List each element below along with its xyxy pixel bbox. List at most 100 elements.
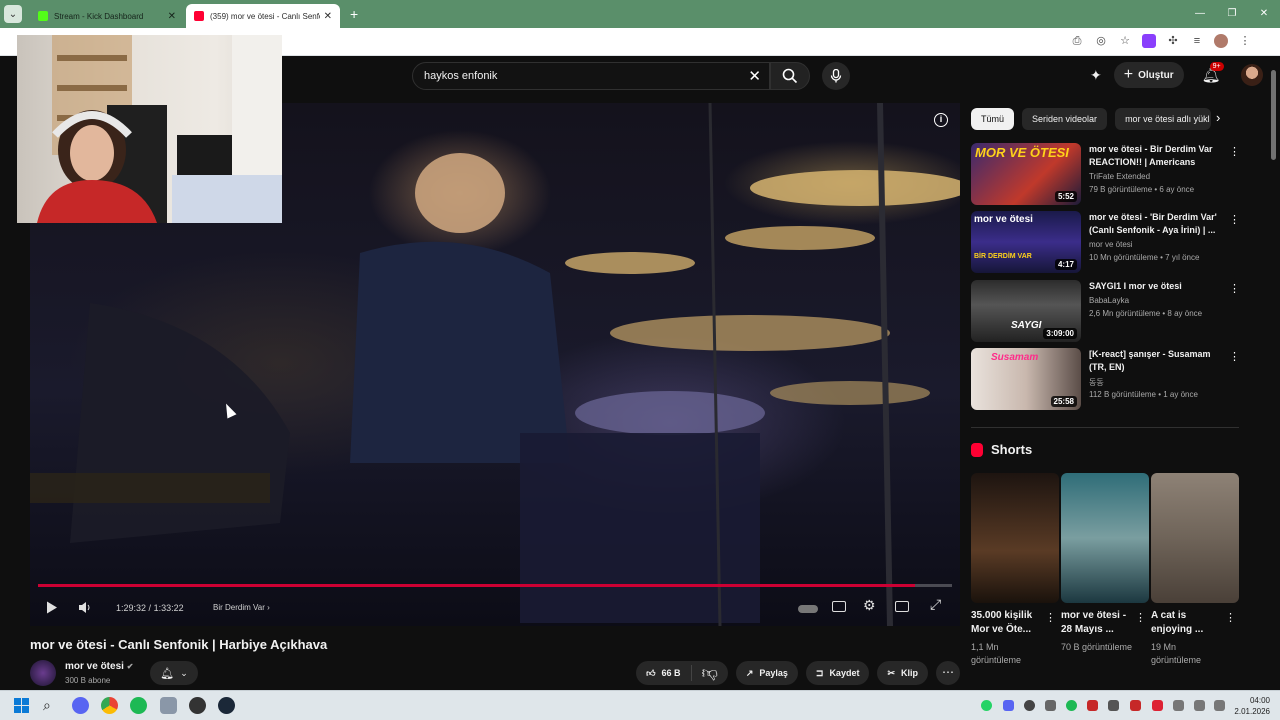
- extension-icon[interactable]: [1142, 34, 1156, 48]
- reading-list-icon[interactable]: ≡: [1190, 34, 1204, 48]
- rec-title[interactable]: SAYGI1 I mor ve ötesi: [1089, 280, 1224, 293]
- profile-icon[interactable]: [1214, 34, 1228, 48]
- share-button[interactable]: ↗ Paylaş: [735, 661, 798, 685]
- close-tab-icon[interactable]: ✕: [168, 11, 176, 22]
- search-button[interactable]: [770, 62, 810, 90]
- chip-all[interactable]: Tümü: [971, 108, 1015, 130]
- page-scrollbar[interactable]: [1271, 70, 1276, 160]
- subscribed-bell-button[interactable]: 🔔︎ ⌄: [150, 661, 198, 685]
- close-window-button[interactable]: ✕: [1248, 0, 1280, 28]
- kebab-menu-icon[interactable]: ⋮: [1225, 611, 1236, 624]
- create-button[interactable]: + Oluştur: [1113, 62, 1184, 88]
- short-thumbnail[interactable]: [1151, 473, 1239, 603]
- video-thumbnail[interactable]: mor ve ötesi BİR DERDİM VAR 4:17: [971, 211, 1081, 273]
- new-tab-button[interactable]: +: [350, 6, 358, 22]
- rec-channel[interactable]: TriFate Extended: [1089, 172, 1150, 181]
- tab-youtube[interactable]: (359) mor ve ötesi - Canlı Senfonik ✕: [186, 4, 340, 28]
- kebab-menu-icon[interactable]: ⋮: [1045, 611, 1056, 624]
- bookmark-star-icon[interactable]: ☆: [1118, 34, 1132, 48]
- channel-avatar[interactable]: [30, 660, 56, 686]
- settings-gear-icon[interactable]: ⚙: [863, 597, 876, 614]
- app-icon[interactable]: [160, 697, 177, 714]
- miniplayer-icon[interactable]: [895, 601, 909, 612]
- save-button[interactable]: ⊐ Kaydet: [805, 661, 870, 685]
- voice-search-button[interactable]: [822, 62, 850, 90]
- tab-kick-dashboard[interactable]: Stream - Kick Dashboard ✕: [30, 4, 184, 28]
- recommendation-item[interactable]: mor ve ötesi BİR DERDİM VAR 4:17 mor ve …: [971, 211, 1241, 273]
- browser-menu-icon[interactable]: ⋮: [1238, 34, 1252, 48]
- short-thumbnail[interactable]: [1061, 473, 1149, 603]
- short-item[interactable]: A cat is enjoying ... 19 Mn görüntüleme …: [1151, 473, 1239, 665]
- tracking-icon[interactable]: ◎: [1094, 34, 1108, 48]
- chip-series[interactable]: Seriden videolar: [1022, 108, 1108, 130]
- short-title[interactable]: 35.000 kişilik Mor ve Öte...: [971, 609, 1043, 637]
- rec-channel[interactable]: 동동: [1089, 377, 1104, 388]
- taskbar-clock[interactable]: 04:00 2.01.2026: [1230, 695, 1270, 717]
- kebab-menu-icon[interactable]: ⋮: [1135, 611, 1146, 624]
- rec-channel[interactable]: BabaLayka: [1089, 296, 1129, 305]
- chip-channel-uploads[interactable]: mor ve ötesi adlı yükl: [1115, 108, 1212, 130]
- video-thumbnail[interactable]: MOR VE ÖTESI 5:52: [971, 143, 1081, 205]
- recommendation-item[interactable]: MOR VE ÖTESI 5:52 mor ve ötesi - Bir Der…: [971, 143, 1241, 205]
- maximize-button[interactable]: ❐: [1216, 0, 1248, 28]
- chevron-right-icon[interactable]: ›: [1216, 110, 1220, 125]
- account-avatar[interactable]: [1240, 64, 1263, 86]
- subtitles-icon[interactable]: [832, 601, 846, 612]
- install-app-icon[interactable]: ⎙: [1070, 34, 1084, 48]
- microphone-tray-icon[interactable]: [1173, 700, 1184, 711]
- close-tab-icon[interactable]: ✕: [324, 11, 332, 22]
- tray-app-icon[interactable]: [1152, 700, 1163, 711]
- recommendation-item[interactable]: SAYGI 3:09:00 SAYGI1 I mor ve ötesi Baba…: [971, 280, 1241, 342]
- chrome-icon[interactable]: [101, 697, 118, 714]
- minimize-button[interactable]: —: [1184, 0, 1216, 28]
- volume-icon[interactable]: [78, 601, 92, 614]
- puzzle-icon[interactable]: ✣: [1166, 34, 1180, 48]
- wifi-icon[interactable]: [1194, 700, 1205, 711]
- short-title[interactable]: A cat is enjoying ...: [1151, 609, 1223, 637]
- recommendation-item[interactable]: Susamam 25:58 [K-react] şanışer - Susama…: [971, 348, 1241, 410]
- autoplay-toggle[interactable]: [798, 605, 818, 613]
- search-icon[interactable]: ⌕: [43, 697, 60, 714]
- rec-channel[interactable]: mor ve ötesi: [1089, 240, 1133, 249]
- obs-icon[interactable]: [189, 697, 206, 714]
- chapter-button[interactable]: Bir Derdim Var ›: [213, 603, 270, 612]
- volume-tray-icon[interactable]: [1214, 700, 1225, 711]
- short-item[interactable]: 35.000 kişilik Mor ve Öte... 1,1 Mn görü…: [971, 473, 1059, 665]
- more-actions-button[interactable]: ⋯: [936, 661, 960, 685]
- obs-tray-icon[interactable]: [1024, 700, 1035, 711]
- whatsapp-icon[interactable]: [981, 700, 992, 711]
- video-thumbnail[interactable]: SAYGI 3:09:00: [971, 280, 1081, 342]
- discord-icon[interactable]: [72, 697, 89, 714]
- spotify-icon[interactable]: [130, 697, 147, 714]
- rec-title[interactable]: mor ve ötesi - 'Bir Derdim Var' (Canlı S…: [1089, 211, 1224, 237]
- video-thumbnail[interactable]: Susamam 25:58: [971, 348, 1081, 410]
- search-input[interactable]: haykos enfonik: [424, 70, 497, 82]
- windows-start-icon[interactable]: [13, 697, 30, 714]
- rec-title[interactable]: [K-react] şanışer - Susamam (TR, EN): [1089, 348, 1224, 374]
- search-box[interactable]: haykos enfonik ✕: [412, 62, 770, 90]
- fullscreen-icon[interactable]: ⤢: [930, 596, 941, 613]
- tray-app-icon[interactable]: [1108, 700, 1119, 711]
- short-thumbnail[interactable]: [971, 473, 1059, 603]
- dislike-button[interactable]: 👎︎: [692, 664, 728, 683]
- channel-name[interactable]: mor ve ötesi ✔: [65, 661, 133, 672]
- steam-icon[interactable]: [218, 697, 235, 714]
- like-button[interactable]: 👍︎ 66 B: [636, 665, 692, 681]
- tray-app-icon[interactable]: [1087, 700, 1098, 711]
- kebab-menu-icon[interactable]: ⋮: [1229, 145, 1240, 158]
- clear-search-icon[interactable]: ✕: [748, 67, 761, 85]
- tab-search-button[interactable]: ⌄: [4, 5, 22, 23]
- spotify-tray-icon[interactable]: [1066, 700, 1077, 711]
- kebab-menu-icon[interactable]: ⋮: [1229, 350, 1240, 363]
- short-item[interactable]: mor ve ötesi - 28 Mayıs ... 70 B görüntü…: [1061, 473, 1149, 652]
- play-icon[interactable]: [46, 601, 58, 614]
- kebab-menu-icon[interactable]: ⋮: [1229, 213, 1240, 226]
- info-icon[interactable]: i: [934, 113, 948, 127]
- discord-tray-icon[interactable]: [1003, 700, 1014, 711]
- tray-app-icon[interactable]: [1130, 700, 1141, 711]
- kebab-menu-icon[interactable]: ⋮: [1229, 282, 1240, 295]
- tray-app-icon[interactable]: [1045, 700, 1056, 711]
- notifications-button[interactable]: 🔔︎ 9+: [1202, 62, 1224, 84]
- progress-bar[interactable]: [38, 584, 952, 587]
- clip-button[interactable]: ✂ Klip: [877, 661, 928, 685]
